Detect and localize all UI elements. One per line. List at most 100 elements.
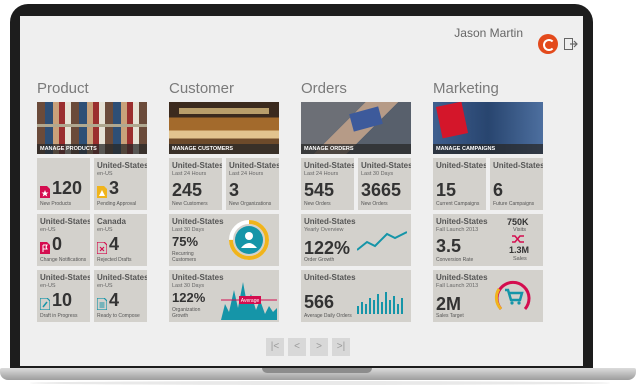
last-page-button[interactable]: >| xyxy=(332,338,350,356)
dashboard-screen: Jason Martin Product MANAGE PRODUCTS 120… xyxy=(20,16,583,366)
cart-icon xyxy=(505,288,524,305)
sales-label: Sales xyxy=(513,256,527,262)
tile-draft-in-progress[interactable]: United-States en-US 10 Draft in Progress xyxy=(37,270,90,322)
doc-list-icon xyxy=(97,298,107,310)
tile-label: Organization Growth xyxy=(172,307,201,319)
tile-new-products[interactable]: 120 New Products xyxy=(37,158,90,210)
prev-page-button[interactable]: < xyxy=(288,338,306,356)
column-title: Orders xyxy=(301,80,347,97)
tile-label: New Customers xyxy=(172,201,208,207)
recurring-donut xyxy=(229,220,269,260)
tile-sub: Last 30 Days xyxy=(361,171,394,177)
laptop-notch xyxy=(262,368,372,373)
tile-label: New Orders xyxy=(361,201,388,207)
tile-label: Draft in Progress xyxy=(40,313,78,319)
tile-region: United-States xyxy=(40,217,90,226)
tile-region: United-States xyxy=(304,161,354,170)
tile-region: United-States xyxy=(97,161,147,170)
tile-pending-approval[interactable]: United-States en-US 3 Pending Approval xyxy=(94,158,147,210)
tile-region: Canada xyxy=(97,217,126,226)
column-title: Product xyxy=(37,80,89,97)
column-product: Product MANAGE PRODUCTS 120 New Products… xyxy=(37,80,147,322)
tile-value: 120 xyxy=(52,178,83,198)
tile-fall-launch-conversion[interactable]: United-States Fall Launch 2013 3.5 Conve… xyxy=(433,214,543,266)
column-customer: Customer MANAGE CUSTOMERS United-States … xyxy=(169,80,279,322)
tile-sub: Fall Launch 2013 xyxy=(436,283,479,289)
tile-region: United-States xyxy=(436,161,486,170)
tile-region: United-States xyxy=(436,217,488,226)
tile-value: 15 xyxy=(436,180,457,200)
banner-label: MANAGE PRODUCTS xyxy=(37,144,147,154)
tile-future-campaigns[interactable]: United-States 6 Future Campaigns xyxy=(490,158,543,210)
banner-manage-products[interactable]: MANAGE PRODUCTS xyxy=(37,102,147,154)
average-badge: Average xyxy=(241,298,260,304)
tile-grid: United-States Last 24 Hours 545 New Orde… xyxy=(301,158,411,322)
tile-sub: en-US xyxy=(97,171,113,177)
doc-pen-icon xyxy=(40,298,50,310)
tile-value: 75% xyxy=(172,234,199,249)
tile-label: Ready to Compose xyxy=(97,313,140,319)
tile-value: 3.5 xyxy=(436,236,462,256)
tile-label: New Organizations xyxy=(229,201,272,207)
tile-label: Current Campaigns xyxy=(436,201,480,207)
tile-region: United-States xyxy=(361,161,411,170)
tile-new-customers[interactable]: United-States Last 24 Hours 245 New Cust… xyxy=(169,158,222,210)
column-title: Marketing xyxy=(433,80,499,97)
banner-manage-campaigns[interactable]: MANAGE CAMPAIGNS xyxy=(433,102,543,154)
tile-organization-growth[interactable]: United-States Last 30 Days 122% Organiza… xyxy=(169,270,279,322)
tile-value: 2M xyxy=(436,294,462,314)
logout-icon[interactable] xyxy=(564,38,578,50)
tile-sub: Last 30 Days xyxy=(172,283,205,289)
doc-x-icon xyxy=(97,242,107,254)
shuffle-icon xyxy=(512,235,524,243)
visits-value: 750K xyxy=(507,217,529,227)
order-growth-line xyxy=(357,231,407,251)
tile-recurring-customers[interactable]: United-States Last 30 Days 75% Recurring… xyxy=(169,214,279,266)
tile-rejected-drafts[interactable]: Canada en-US 4 Rejected Drafts xyxy=(94,214,147,266)
banner-label: MANAGE ORDERS xyxy=(301,144,411,154)
tile-value: 3665 xyxy=(361,180,402,200)
tile-order-growth[interactable]: United-States Yearly Overview 122% Order… xyxy=(301,214,411,266)
tile-sub: Yearly Overview xyxy=(304,227,344,233)
doc-flag-icon xyxy=(40,242,50,254)
tile-new-orders-30d[interactable]: United-States Last 30 Days 3665 New Orde… xyxy=(358,158,411,210)
tile-sales-target[interactable]: United-States Fall Launch 2013 2M Sales … xyxy=(433,270,543,322)
tile-value: 6 xyxy=(493,180,504,200)
banner-label: MANAGE CUSTOMERS xyxy=(169,144,279,154)
avatar[interactable] xyxy=(538,34,558,54)
tile-value: 3 xyxy=(229,180,240,200)
tile-label: Order Growth xyxy=(304,257,335,263)
tile-region: United-States xyxy=(40,273,90,282)
column-orders: Orders MANAGE ORDERS United-States Last … xyxy=(301,80,411,322)
tile-region: United-States xyxy=(172,217,224,226)
next-page-button[interactable]: > xyxy=(310,338,328,356)
tile-label: Sales Target xyxy=(436,313,464,319)
tile-grid: 120 New Products United-States en-US 3 P… xyxy=(37,158,147,322)
tile-region: United-States xyxy=(304,273,356,282)
sales-target-gauge xyxy=(494,280,531,311)
user-name[interactable]: Jason Martin xyxy=(454,26,523,40)
tile-ready-to-compose[interactable]: United-States en-US 4 Ready to Compose xyxy=(94,270,147,322)
banner-manage-orders[interactable]: MANAGE ORDERS xyxy=(301,102,411,154)
column-title: Customer xyxy=(169,80,235,97)
tile-value: 4 xyxy=(109,290,120,310)
tile-sub: Last 24 Hours xyxy=(172,171,207,177)
daily-orders-bars xyxy=(357,292,403,314)
growth-area-chart: Average xyxy=(221,282,277,320)
tile-region: United-States xyxy=(172,161,222,170)
tile-label: New Orders xyxy=(304,201,331,207)
tile-sub: en-US xyxy=(40,227,56,233)
first-page-button[interactable]: |< xyxy=(266,338,284,356)
tile-average-daily-orders[interactable]: United-States 566 Average Daily Orders xyxy=(301,270,411,322)
tile-label: Average Daily Orders xyxy=(304,313,352,319)
tile-current-campaigns[interactable]: United-States 15 Current Campaigns xyxy=(433,158,486,210)
tile-value: 122% xyxy=(172,290,206,305)
tile-label: Pending Approval xyxy=(97,201,137,207)
banner-manage-customers[interactable]: MANAGE CUSTOMERS xyxy=(169,102,279,154)
tile-new-orders-24h[interactable]: United-States Last 24 Hours 545 New Orde… xyxy=(301,158,354,210)
doc-star-icon xyxy=(40,186,50,198)
tile-label: New Products xyxy=(40,201,72,207)
tile-new-organizations[interactable]: United-States Last 24 Hours 3 New Organi… xyxy=(226,158,279,210)
tile-sub: Last 24 Hours xyxy=(304,171,339,177)
tile-change-notifications[interactable]: United-States en-US 0 Change Notificatio… xyxy=(37,214,90,266)
